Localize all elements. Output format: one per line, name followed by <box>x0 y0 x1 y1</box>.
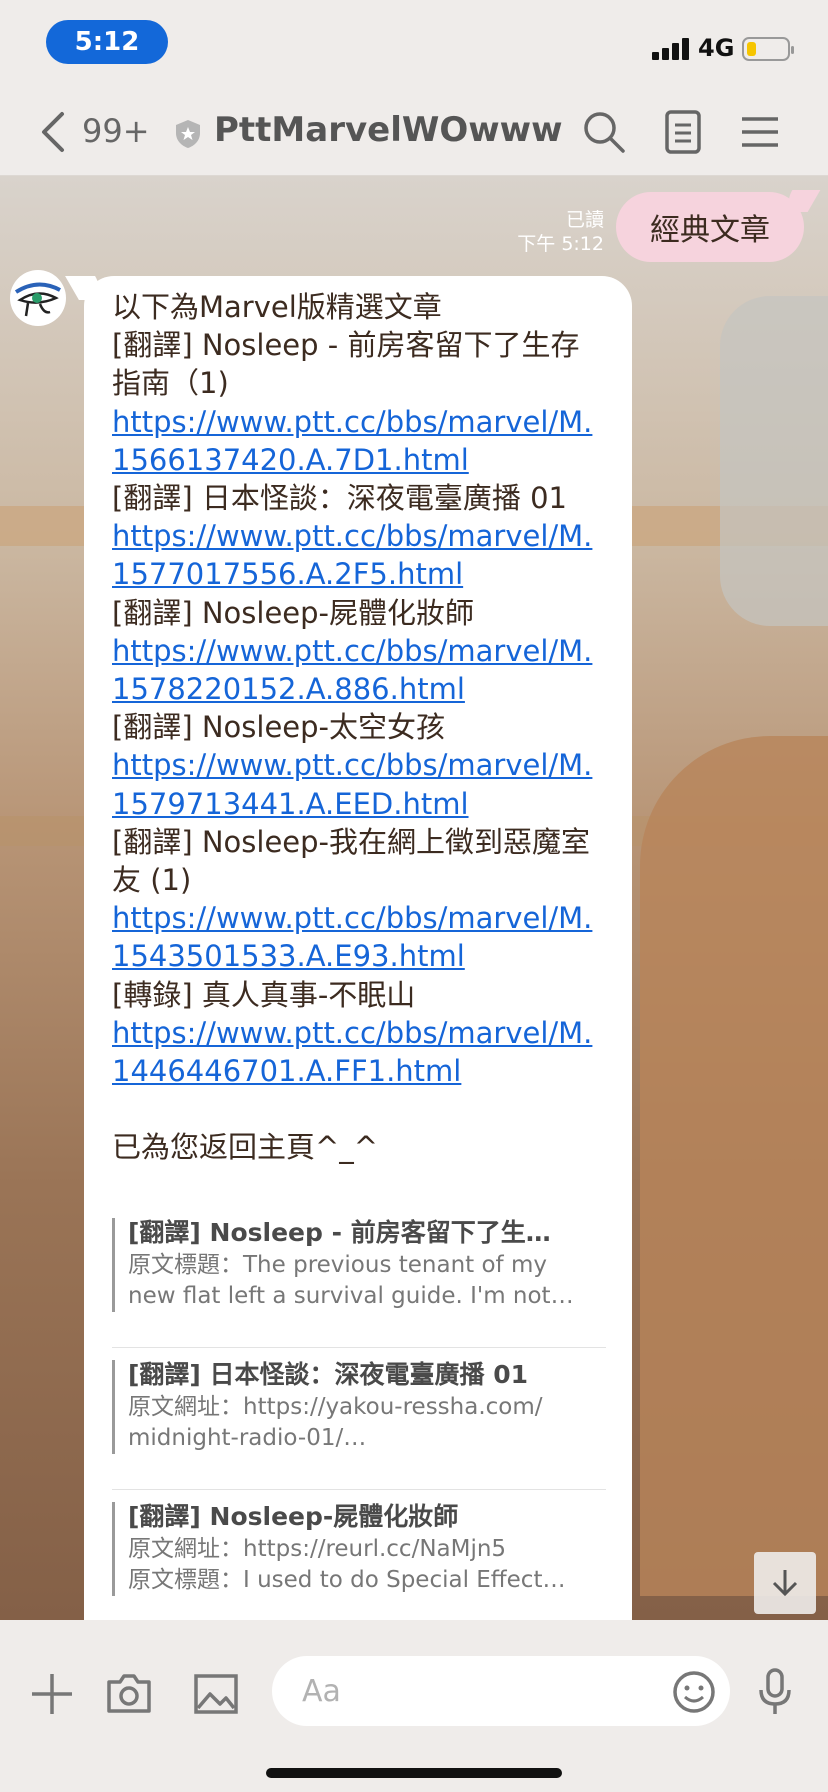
camera-icon[interactable] <box>106 1672 152 1714</box>
plus-icon[interactable] <box>30 1672 74 1716</box>
link-previews: [翻譯] Nosleep - 前房客留下了生… 原文標題：The previou… <box>112 1206 606 1620</box>
battery-icon <box>742 37 794 61</box>
notes-icon[interactable] <box>662 108 704 156</box>
network-label: 4G <box>698 34 735 62</box>
preview-title: [翻譯] Nosleep - 前房客留下了生… <box>128 1218 551 1247</box>
background-photo-dog <box>640 736 828 1596</box>
article-link[interactable]: https://www.ptt.cc/bbs/marvel/M.15797134… <box>112 746 608 822</box>
avatar[interactable] <box>10 270 66 326</box>
outgoing-message[interactable]: 經典文章 <box>616 192 804 262</box>
message-line: [翻譯] Nosleep-屍體化妝師 <box>112 595 475 630</box>
image-icon[interactable] <box>194 1674 238 1714</box>
chat-header: 99+ PttMarvelWOwww <box>0 88 828 176</box>
status-bar: 5:12 4G <box>0 0 828 88</box>
article-link[interactable]: https://www.ptt.cc/bbs/marvel/M.15770175… <box>112 517 608 593</box>
search-icon[interactable] <box>580 108 628 156</box>
message-input[interactable] <box>272 1656 730 1726</box>
preview-title: [翻譯] 日本怪談：深夜電臺廣播 01 <box>128 1360 529 1389</box>
menu-icon[interactable] <box>740 110 780 154</box>
message-input-bar <box>0 1620 828 1792</box>
shield-icon <box>176 120 200 148</box>
article-link[interactable]: https://www.ptt.cc/bbs/marvel/M.14464467… <box>112 1014 608 1090</box>
preview-description: 原文網址：https://yakou-ressha.com/midnight-r… <box>128 1394 543 1451</box>
message-line: [翻譯] Nosleep-我在網上徵到惡魔室友 (1) <box>112 824 591 898</box>
chat-area[interactable]: 已讀 下午 5:12 經典文章 以下為Marvel版精選文章 [翻譯] Nosl… <box>0 176 828 1620</box>
home-indicator <box>266 1768 562 1778</box>
arrow-down-icon <box>772 1570 798 1597</box>
background-photo-chair <box>720 296 828 626</box>
status-time: 5:12 <box>46 20 168 64</box>
preview-description: 原文網址：https://reurl.cc/NaMjn5 原文標題：I used … <box>128 1536 566 1593</box>
chat-title: PttMarvelWOwww <box>214 110 563 150</box>
message-line: [翻譯] Nosleep - 前房客留下了生存指南（1) <box>112 328 580 401</box>
preview-description: 原文標題：The previous tenant of my new flat l… <box>128 1252 574 1309</box>
mic-icon[interactable] <box>758 1668 792 1716</box>
preview-title: [翻譯] Nosleep-屍體化妝師 <box>128 1502 459 1531</box>
article-link[interactable]: https://www.ptt.cc/bbs/marvel/M.15435015… <box>112 899 608 975</box>
link-preview-card[interactable]: [翻譯] Nosleep - 前房客留下了生… 原文標題：The previou… <box>112 1206 606 1348</box>
message-line: [翻譯] 日本怪談：深夜電臺廣播 01 <box>112 481 567 516</box>
emoji-icon[interactable] <box>672 1670 716 1714</box>
link-preview-card[interactable]: [翻譯] 日本怪談：深夜電臺廣播 01 原文網址：https://yakou-r… <box>112 1348 606 1490</box>
article-link[interactable]: https://www.ptt.cc/bbs/marvel/M.15782201… <box>112 632 608 708</box>
incoming-message[interactable]: 以下為Marvel版精選文章 [翻譯] Nosleep - 前房客留下了生存指南… <box>84 276 632 1620</box>
message-line: [轉錄] 真人真事-不眠山 <box>112 977 416 1012</box>
read-receipt: 已讀 下午 5:12 <box>517 209 604 255</box>
chevron-left-icon[interactable] <box>36 110 76 154</box>
article-link[interactable]: https://www.ptt.cc/bbs/marvel/M.15661374… <box>112 403 608 479</box>
unread-count[interactable]: 99+ <box>82 112 150 150</box>
message-line: 以下為Marvel版精選文章 <box>112 290 442 324</box>
signal-icon <box>652 38 692 60</box>
scroll-to-bottom-button[interactable] <box>754 1552 816 1614</box>
message-text: 以下為Marvel版精選文章 [翻譯] Nosleep - 前房客留下了生存指南… <box>112 288 608 1166</box>
message-line: [翻譯] Nosleep-太空女孩 <box>112 710 446 745</box>
closing-text: 已為您返回主頁^_^ <box>112 1130 379 1165</box>
link-preview-card[interactable]: [翻譯] Nosleep-屍體化妝師 原文網址：https://reurl.cc… <box>112 1490 606 1620</box>
eye-of-horus-icon <box>14 282 61 317</box>
